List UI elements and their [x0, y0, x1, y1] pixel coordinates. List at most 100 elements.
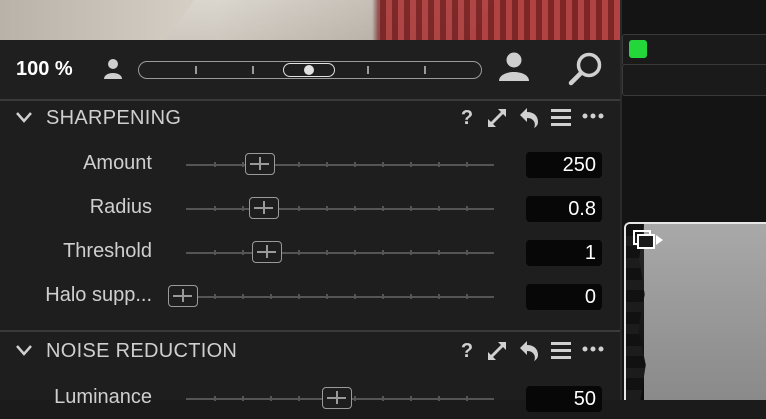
slider-tick — [354, 396, 356, 401]
slider-row-halo-suppression: Halo supp... 0 — [0, 277, 620, 317]
slider-tick — [242, 294, 244, 299]
zoom-row: 100 % — [0, 40, 620, 98]
section-title: SHARPENING — [46, 107, 182, 129]
slider-label: Halo supp... — [45, 284, 152, 306]
slider-tick — [270, 294, 272, 299]
slider-tick — [410, 250, 412, 255]
value-field[interactable]: 0.8 — [526, 196, 602, 222]
slider-tick — [354, 206, 356, 211]
slider-thumb[interactable] — [249, 197, 279, 219]
zoom-value: 100 % — [16, 58, 73, 80]
help-icon[interactable]: ? — [455, 339, 479, 363]
value-field[interactable]: 0 — [526, 284, 602, 310]
person-large-icon[interactable] — [498, 52, 530, 82]
slider-label: Amount — [83, 152, 152, 174]
slider-tick — [354, 294, 356, 299]
slider-thumb[interactable] — [245, 153, 275, 175]
divider — [0, 330, 620, 332]
slider-tick — [214, 250, 216, 255]
slider-tick — [438, 206, 440, 211]
slider-track[interactable] — [186, 250, 494, 255]
slider-tick — [242, 162, 244, 167]
slider-tick — [214, 396, 216, 401]
more-icon[interactable] — [581, 106, 605, 130]
slider-thumb[interactable] — [168, 285, 198, 307]
slider-tick — [298, 294, 300, 299]
slider-label: Threshold — [63, 240, 152, 262]
slider-tick — [410, 206, 412, 211]
slider-tick — [382, 294, 384, 299]
color-tag-row[interactable] — [622, 34, 766, 66]
tools-panel: 100 % SHARPENING ? Amount 250 Radius 0.8… — [0, 40, 620, 412]
slider-row-threshold: Threshold 1 — [0, 233, 620, 273]
chevron-down-icon[interactable] — [14, 110, 34, 124]
slider-tick — [326, 206, 328, 211]
slider-tick — [466, 294, 468, 299]
slider-tick — [214, 294, 216, 299]
slider-label: Luminance — [54, 386, 152, 408]
slider-tick — [382, 206, 384, 211]
slider-tick — [242, 396, 244, 401]
green-color-tag[interactable] — [629, 40, 647, 58]
zoom-slider-thumb[interactable] — [283, 63, 335, 77]
slider-tick — [242, 250, 244, 255]
empty-row[interactable] — [622, 64, 766, 96]
zoom-slider[interactable] — [138, 61, 482, 79]
slider-tick — [326, 162, 328, 167]
expand-icon[interactable] — [485, 106, 509, 130]
menu-icon[interactable] — [549, 106, 573, 130]
slider-track[interactable] — [186, 162, 494, 167]
slider-track[interactable] — [186, 294, 494, 299]
slider-row-amount: Amount 250 — [0, 145, 620, 185]
menu-icon[interactable] — [549, 339, 573, 363]
section-header-sharpening[interactable]: SHARPENING ? — [0, 101, 620, 137]
slider-label: Radius — [89, 196, 152, 218]
section-tools: ? — [455, 106, 605, 130]
image-preview-strip — [0, 0, 620, 40]
value-field[interactable]: 50 — [526, 386, 602, 412]
help-icon[interactable]: ? — [455, 106, 479, 130]
slider-thumb[interactable] — [322, 387, 352, 409]
slider-tick — [242, 206, 244, 211]
chevron-down-icon[interactable] — [14, 343, 34, 357]
person-small-icon[interactable] — [103, 58, 123, 80]
slider-thumb[interactable] — [252, 241, 282, 263]
slider-tick — [214, 206, 216, 211]
slider-tick — [382, 162, 384, 167]
slider-tick — [410, 396, 412, 401]
slider-tick — [382, 396, 384, 401]
slider-tick — [466, 206, 468, 211]
slider-tick — [326, 250, 328, 255]
stack-icon[interactable] — [632, 229, 664, 251]
slider-tick — [410, 162, 412, 167]
value-field[interactable]: 250 — [526, 152, 602, 178]
expand-icon[interactable] — [485, 339, 509, 363]
slider-tick — [298, 250, 300, 255]
slider-track[interactable] — [186, 206, 494, 211]
slider-tick — [438, 396, 440, 401]
slider-tick — [326, 294, 328, 299]
reset-icon[interactable] — [517, 339, 541, 363]
search-icon[interactable] — [566, 51, 606, 87]
slider-tick — [354, 162, 356, 167]
slider-tick — [438, 162, 440, 167]
slider-tick — [298, 162, 300, 167]
slider-tick — [298, 396, 300, 401]
slider-tick — [410, 294, 412, 299]
slider-tick — [466, 162, 468, 167]
slider-tick — [382, 250, 384, 255]
section-header-noise-reduction[interactable]: NOISE REDUCTION ? — [0, 334, 620, 370]
slider-tick — [466, 396, 468, 401]
slider-tick — [214, 162, 216, 167]
slider-tick — [270, 396, 272, 401]
reset-icon[interactable] — [517, 106, 541, 130]
slider-tick — [438, 294, 440, 299]
slider-tick — [466, 250, 468, 255]
slider-tick — [438, 250, 440, 255]
section-tools: ? — [455, 339, 605, 363]
slider-row-luminance: Luminance 50 — [0, 379, 620, 419]
slider-row-radius: Radius 0.8 — [0, 189, 620, 229]
more-icon[interactable] — [581, 339, 605, 363]
section-title: NOISE REDUCTION — [46, 340, 238, 362]
value-field[interactable]: 1 — [526, 240, 602, 266]
